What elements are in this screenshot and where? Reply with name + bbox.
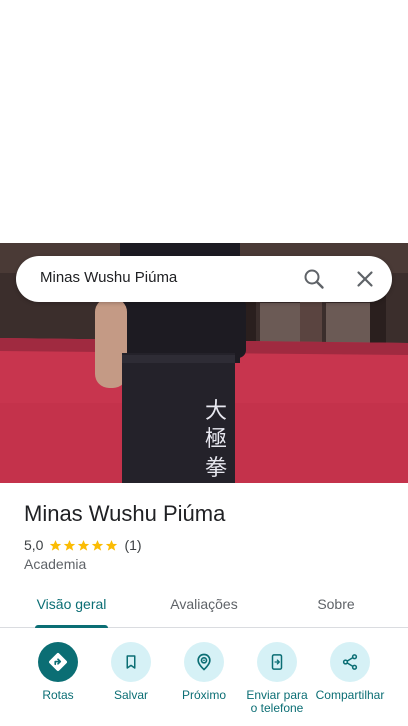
action-label: Compartilhar xyxy=(315,688,385,702)
action-label: Rotas xyxy=(42,688,74,702)
svg-text:拳: 拳 xyxy=(205,456,227,481)
send-to-phone-icon xyxy=(257,642,297,682)
star-icon xyxy=(78,539,90,551)
send-to-phone-button[interactable]: Enviar para o telefone xyxy=(235,642,319,715)
nearby-button[interactable]: Próximo xyxy=(162,642,246,702)
star-icon xyxy=(92,539,104,551)
place-category[interactable]: Academia xyxy=(24,556,86,572)
star-icon xyxy=(106,539,118,551)
place-title: Minas Wushu Piúma xyxy=(24,501,226,526)
star-rating xyxy=(49,539,119,552)
rating-value: 5,0 xyxy=(24,537,44,553)
tab-bar: Visão geral Avaliações Sobre xyxy=(0,588,408,628)
directions-icon xyxy=(38,642,78,682)
tab-label: Visão geral xyxy=(36,596,107,612)
save-button[interactable]: Salvar xyxy=(89,642,173,702)
map-area[interactable] xyxy=(0,0,408,243)
nearby-icon xyxy=(184,642,224,682)
share-icon xyxy=(330,642,370,682)
search-input[interactable]: Minas Wushu Piúma xyxy=(40,269,177,286)
bookmark-icon xyxy=(111,642,151,682)
tab-label: Avaliações xyxy=(170,596,238,612)
action-label: Próximo xyxy=(181,688,226,702)
svg-text:大: 大 xyxy=(205,399,227,424)
tab-overview[interactable]: Visão geral xyxy=(20,588,123,628)
action-label: Enviar para o telefone xyxy=(246,688,308,715)
star-icon xyxy=(50,539,62,551)
review-count[interactable]: (1) xyxy=(124,537,141,553)
place-page: 大 極 拳 Minas Wushu Piúma Minas Wushu Piúm… xyxy=(0,0,408,726)
svg-text:極: 極 xyxy=(205,427,227,452)
tab-label: Sobre xyxy=(317,596,355,612)
search-bar[interactable]: Minas Wushu Piúma xyxy=(16,256,392,302)
directions-button[interactable]: Rotas xyxy=(16,642,100,702)
close-icon[interactable] xyxy=(353,267,377,291)
tab-reviews[interactable]: Avaliações xyxy=(152,588,256,628)
star-icon xyxy=(64,539,76,551)
share-button[interactable]: Compartilhar xyxy=(308,642,392,702)
active-tab-indicator xyxy=(35,625,108,628)
rating-row[interactable]: 5,0 (1) xyxy=(24,536,142,554)
search-icon[interactable] xyxy=(302,267,326,291)
action-label: Salvar xyxy=(113,688,148,702)
tab-about[interactable]: Sobre xyxy=(296,588,376,628)
